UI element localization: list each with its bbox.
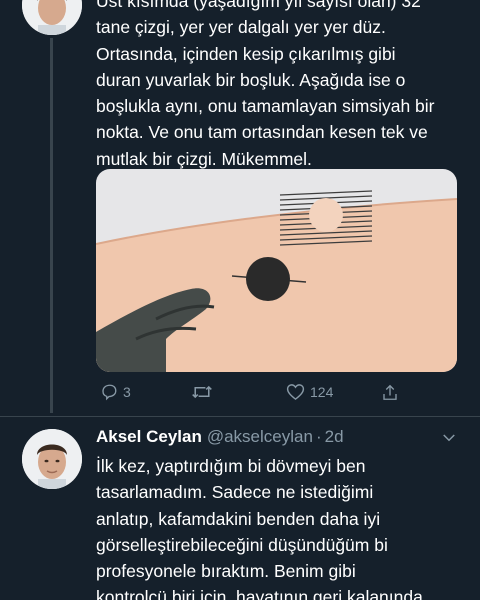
tweet-body: Üst kısımda (yaşadığım yıl sayısı olan) … <box>96 0 466 172</box>
avatar[interactable] <box>22 0 82 35</box>
tweet-text: İlk kez, yaptırdığım bi dövmeyi ben tasa… <box>96 456 423 600</box>
like-button[interactable]: 124 <box>286 380 333 404</box>
share-button[interactable] <box>381 380 399 404</box>
retweet-icon <box>192 385 212 399</box>
avatar[interactable] <box>22 429 82 489</box>
tweet-time[interactable]: 2d <box>325 425 344 449</box>
tweet[interactable]: Aksel Ceylan @akselceylan · 2d İlk kez, … <box>0 417 480 600</box>
like-count: 124 <box>310 384 334 400</box>
heart-icon <box>286 384 305 401</box>
tweet-actions: 3 124 <box>96 380 426 404</box>
tweet[interactable]: Üst kısımda (yaşadığım yıl sayısı olan) … <box>0 0 480 416</box>
chevron-down-icon <box>443 434 455 442</box>
retweet-button[interactable] <box>191 380 218 404</box>
tweet-photo[interactable] <box>96 169 457 372</box>
thread-line <box>50 38 53 413</box>
share-icon <box>383 384 397 400</box>
reply-count: 3 <box>123 384 131 400</box>
timeline: Üst kısımda (yaşadığım yıl sayısı olan) … <box>0 0 480 600</box>
tattoo-photo <box>96 169 457 372</box>
tweet-text: Üst kısımda (yaşadığım yıl sayısı olan) … <box>96 0 435 169</box>
reply-icon <box>102 384 117 401</box>
reply-button[interactable]: 3 <box>100 380 131 404</box>
tweet-header: Aksel Ceylan @akselceylan · 2d <box>96 425 466 449</box>
author-name[interactable]: Aksel Ceylan <box>96 425 202 449</box>
more-menu-button[interactable] <box>440 429 458 452</box>
separator-dot: · <box>315 427 322 446</box>
tweet-body: Aksel Ceylan @akselceylan · 2d İlk kez, … <box>96 425 466 600</box>
author-handle[interactable]: @akselceylan <box>207 425 313 449</box>
